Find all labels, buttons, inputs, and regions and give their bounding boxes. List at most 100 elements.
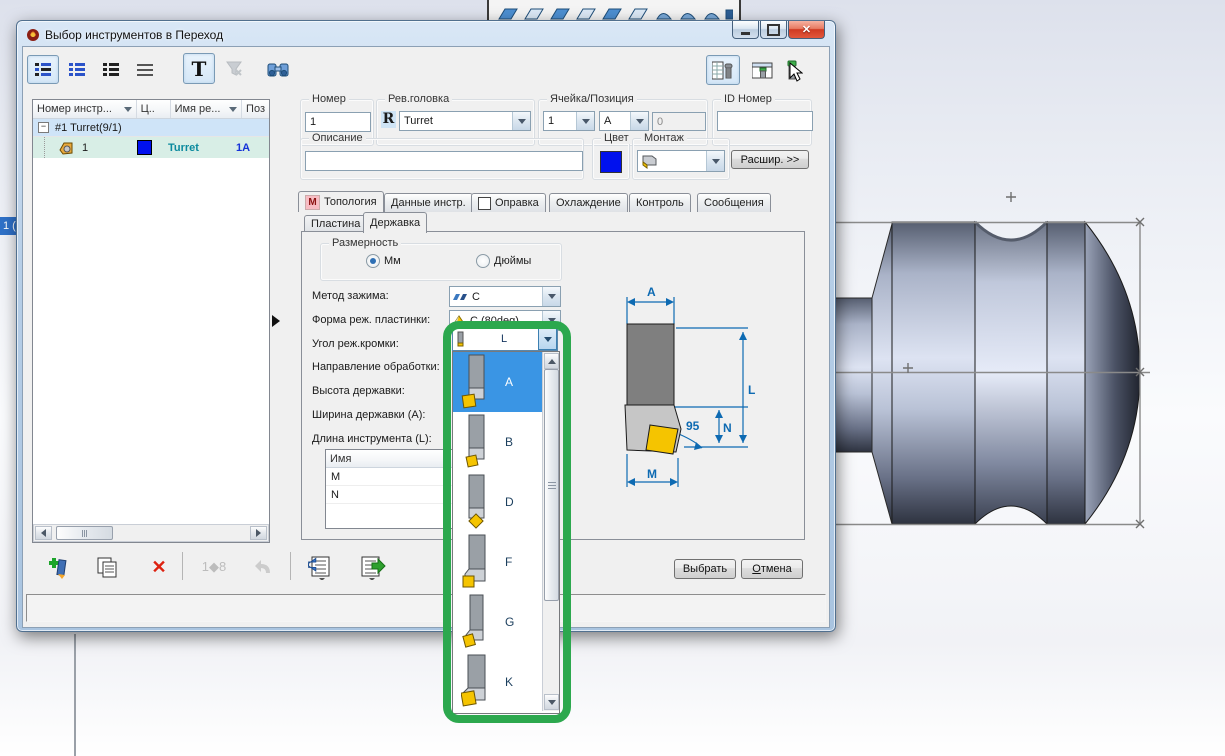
dropdown-arrow-icon[interactable] [576, 112, 594, 130]
tab-messages[interactable]: Сообщения [697, 193, 771, 212]
tool-list-header: Номер инстр... Ц.. Имя ре... Поз [33, 100, 269, 119]
table-row-tool[interactable]: 1 Turret 1A [33, 136, 269, 158]
turret-combo[interactable]: Turret [399, 111, 531, 131]
add-tool-button[interactable] [41, 552, 73, 582]
radio-mm[interactable]: Мм [366, 254, 401, 268]
dropdown-arrow-icon[interactable] [542, 287, 560, 306]
list-view-icon [69, 62, 85, 76]
filter-clear-icon [226, 61, 242, 76]
description-input[interactable] [305, 151, 583, 171]
svg-text:L: L [748, 383, 755, 397]
scroll-left-button[interactable] [35, 526, 52, 540]
view-details-button[interactable] [27, 55, 59, 84]
clamp-method-combo[interactable]: C [449, 286, 561, 307]
position-combo[interactable]: A [599, 111, 649, 131]
cancel-button[interactable]: Отмена [741, 559, 803, 579]
holder-diagram: A L N M 95 [624, 285, 755, 487]
edge-angle-combo[interactable]: L [452, 327, 558, 351]
cell-combo[interactable]: 1 [543, 111, 595, 131]
tool-list-hscrollbar[interactable] [33, 524, 269, 542]
tool-position-cell: 1A [236, 141, 251, 154]
dropdown-item-K[interactable]: K [453, 652, 542, 712]
dropdown-arrow-icon[interactable] [512, 112, 530, 130]
extend-button[interactable]: Расшир. >> [731, 150, 809, 169]
vscroll-thumb[interactable] [544, 369, 559, 601]
3d-model-viewport[interactable] [830, 180, 1225, 560]
header-tool-number[interactable]: Номер инстр... [33, 100, 137, 118]
clamp-method-label: Метод зажима: [312, 290, 389, 302]
copy-tool-button[interactable] [91, 552, 123, 582]
clamp-icon [453, 294, 467, 300]
tab-control[interactable]: Контроль [629, 193, 691, 212]
export-icon [361, 556, 386, 580]
view-compact-button[interactable] [95, 55, 127, 84]
window-with-tool-view-button[interactable] [746, 55, 780, 85]
delete-x-icon: ✕ [151, 556, 167, 577]
subtab-holder[interactable]: Державка [363, 212, 428, 233]
close-button[interactable]: ✕ [788, 21, 825, 39]
edge-angle-value: L [500, 333, 508, 345]
import-tools-button[interactable] [303, 552, 339, 584]
select-button[interactable]: Выбрать [674, 559, 736, 579]
name-table-header[interactable]: Имя [326, 450, 455, 467]
scroll-up-button[interactable] [544, 353, 559, 369]
direction-label: Направление обработки: [312, 361, 440, 373]
table-row-group[interactable]: − #1 Turret(9/1) [33, 119, 269, 136]
text-mode-button[interactable]: T [183, 53, 215, 84]
clear-filter-button[interactable] [219, 55, 249, 83]
radio-mm-icon[interactable] [366, 254, 380, 268]
holder-style-icon [461, 354, 485, 409]
tab-coolant[interactable]: Охлаждение [549, 193, 628, 212]
dropdown-arrow-icon[interactable] [630, 112, 648, 130]
tab-tool-data[interactable]: Данные инстр. [384, 193, 473, 212]
delete-tool-button[interactable]: ✕ [143, 552, 175, 582]
number-input[interactable]: 1 [305, 112, 371, 132]
dropdown-item-G[interactable]: G [453, 592, 542, 652]
subtab-insert[interactable]: Пластина [304, 215, 368, 232]
splitter-collapse-arrow[interactable] [272, 315, 280, 327]
holder-width-label: Ширина державки (A): [312, 409, 426, 421]
undo-button[interactable] [248, 552, 280, 582]
hscroll-thumb[interactable] [56, 526, 113, 540]
svg-text:N: N [723, 421, 732, 435]
header-position[interactable]: Поз [242, 100, 269, 118]
color-swatch[interactable] [600, 151, 622, 173]
expander-minus-icon[interactable]: − [38, 122, 49, 133]
titlebar[interactable]: Выбор инструментов в Переход ✕ [17, 21, 835, 47]
id-number-input[interactable] [717, 111, 813, 131]
header-name[interactable]: Имя ре... [171, 100, 243, 118]
tab-topology[interactable]: M Топология [298, 191, 384, 212]
search-button[interactable] [261, 55, 295, 84]
dropdown-arrow-icon[interactable] [706, 151, 724, 171]
mount-combo[interactable] [637, 150, 725, 172]
dropdown-item-D[interactable]: D [453, 472, 542, 532]
view-simple-button[interactable] [129, 55, 161, 84]
edge-angle-dropdown-list: A B D F G K [452, 351, 560, 714]
dropdown-arrow-icon[interactable] [538, 328, 557, 350]
header-color[interactable]: Ц.. [137, 100, 171, 118]
dropdown-item-A[interactable]: A [453, 352, 542, 412]
dropdown-item-F[interactable]: F [453, 532, 542, 592]
scroll-right-button[interactable] [250, 526, 267, 540]
cell-extra-input[interactable]: 0 [652, 112, 706, 131]
radio-inch-icon[interactable] [476, 254, 490, 268]
description-group: Описание [300, 132, 584, 180]
radio-inch[interactable]: Дюймы [476, 254, 531, 268]
dropdown-vscrollbar[interactable] [542, 352, 559, 711]
tab-arbor[interactable]: Оправка [471, 193, 546, 212]
minimize-button[interactable] [732, 21, 759, 39]
add-tool-icon [49, 557, 67, 579]
view-list-button[interactable] [61, 55, 93, 84]
list-view-icon [35, 62, 51, 76]
tool-color-swatch[interactable] [137, 140, 152, 155]
export-tools-button[interactable] [355, 552, 391, 584]
holder-style-icon [465, 414, 485, 468]
dropdown-item-B[interactable]: B [453, 412, 542, 472]
scroll-down-button[interactable] [544, 694, 559, 710]
maximize-button[interactable] [760, 21, 787, 39]
table-with-tool-view-button[interactable] [706, 55, 740, 85]
filter-icon[interactable] [229, 106, 238, 112]
renumber-button[interactable]: 1◆8 [195, 552, 233, 582]
tool-list: Номер инстр... Ц.. Имя ре... Поз − #1 Tu… [32, 99, 270, 543]
filter-icon[interactable] [123, 106, 132, 112]
